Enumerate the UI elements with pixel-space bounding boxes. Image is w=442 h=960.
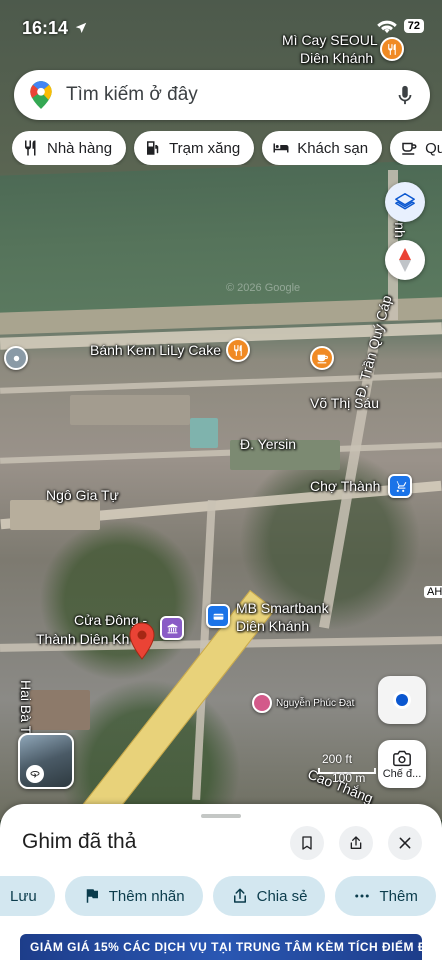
battery-indicator: 72 — [403, 19, 424, 33]
more-icon — [355, 894, 370, 898]
share-icon — [233, 888, 246, 903]
camera-icon — [393, 750, 411, 766]
map-view[interactable]: Mì Cay SEOUL Diên Khánh Bánh Kem LiLy Ca… — [0, 0, 442, 820]
road — [0, 372, 442, 394]
street-label-vo-thi-sau: Võ Thị Sáu — [310, 395, 380, 411]
fork-knife-icon — [24, 140, 36, 156]
action-more[interactable]: Thêm — [335, 876, 436, 916]
action-row: Lưu Thêm nhãn Chia sẻ Thêm — [0, 876, 436, 916]
share-icon — [350, 836, 362, 849]
rotate-360-icon — [26, 765, 44, 783]
category-chips: Nhà hàng Trạm xăng Khách sạn Quán — [12, 131, 442, 165]
flag-icon — [86, 889, 98, 903]
google-watermark: © 2026 Google — [226, 282, 301, 294]
poi-label-thanh-dien-khanh[interactable]: Thành Diên Kh — [36, 631, 129, 647]
shopping-cart-icon[interactable] — [388, 474, 412, 498]
scale-feet: 200 ft — [322, 752, 353, 766]
street-view-label: Chế đ... — [382, 767, 422, 780]
street-label-yersin: Đ. Yersin — [240, 436, 297, 452]
street-label-ngo-gia-tu: Ngô Gia Tự — [46, 487, 119, 503]
action-label: Thêm nhãn — [108, 887, 185, 905]
close-icon — [399, 837, 411, 849]
bed-icon — [273, 143, 289, 153]
my-location-button[interactable] — [378, 676, 426, 724]
chip-restaurants[interactable]: Nhà hàng — [12, 131, 127, 165]
chip-label: Quán — [425, 139, 442, 157]
street-label-fragment: nh — [391, 222, 408, 238]
gas-station-icon — [147, 141, 159, 155]
block — [30, 690, 90, 730]
block — [10, 500, 100, 530]
chip-gas[interactable]: Trạm xăng — [134, 131, 255, 165]
bank-poi-icon[interactable] — [206, 604, 230, 628]
landmark-poi-icon[interactable] — [160, 616, 184, 640]
restaurant-poi-icon[interactable] — [226, 338, 250, 362]
street-view-thumbnail[interactable] — [18, 733, 74, 789]
block — [70, 395, 190, 425]
poi-label-banh-kem[interactable]: Bánh Kem LiLy Cake — [90, 342, 221, 358]
drag-handle[interactable] — [201, 814, 241, 818]
action-share[interactable]: Chia sẻ — [212, 876, 326, 916]
place-thumbnail-icon[interactable] — [252, 693, 272, 713]
action-add-label[interactable]: Thêm nhãn — [64, 876, 203, 916]
location-arrow-icon — [75, 22, 87, 33]
chip-label: Nhà hàng — [47, 139, 113, 157]
chip-hotels[interactable]: Khách sạn — [262, 131, 383, 165]
coffee-cup-icon — [402, 142, 417, 155]
scale-meters: 100 m — [332, 771, 366, 785]
street-label-hai-ba: Hai Bà T — [18, 680, 34, 735]
my-location-icon — [393, 691, 411, 709]
layers-button[interactable] — [385, 182, 425, 222]
status-bar: 16:14 72 — [0, 0, 442, 56]
poi-label-nguyen-phuc-dat[interactable]: Nguyễn Phúc Đạt — [276, 698, 354, 709]
close-button[interactable] — [388, 826, 422, 860]
transit-poi-icon[interactable] — [4, 346, 28, 370]
share-button[interactable] — [339, 826, 373, 860]
microphone-icon[interactable] — [394, 84, 416, 106]
street-view-mode-button[interactable]: Chế đ... — [378, 740, 426, 788]
action-label: Thêm — [379, 887, 418, 905]
place-sheet[interactable]: Ghim đã thả Lưu Thêm nhãn Chia sẻ Thêm G… — [0, 804, 442, 960]
compass-button[interactable] — [385, 240, 425, 280]
poi-label-cho-thanh[interactable]: Chợ Thành — [310, 478, 380, 494]
action-label: Chia sẻ — [256, 887, 308, 905]
highway-shield: AH1 — [424, 586, 442, 598]
status-time: 16:14 — [22, 17, 69, 38]
action-save[interactable]: Lưu — [0, 876, 55, 916]
chip-label: Trạm xăng — [169, 139, 241, 157]
chip-cafe[interactable]: Quán — [390, 131, 442, 165]
dropped-pin-icon[interactable] — [128, 622, 156, 660]
wifi-icon — [376, 20, 397, 34]
compass-icon — [399, 248, 411, 272]
bookmark-icon — [302, 836, 312, 850]
layers-icon — [395, 193, 415, 210]
poi-label-mb-smartbank[interactable]: MB Smartbank — [236, 600, 329, 616]
google-maps-logo-icon — [30, 81, 52, 109]
sheet-title: Ghim đã thả — [22, 830, 137, 853]
save-button[interactable] — [290, 826, 324, 860]
chip-label: Khách sạn — [297, 139, 369, 157]
poi-label-mb-smartbank-sub[interactable]: Diên Khánh — [236, 618, 309, 634]
search-bar[interactable]: Tìm kiếm ở đây — [14, 70, 430, 120]
building — [190, 418, 218, 448]
action-label: Lưu — [10, 887, 37, 905]
road — [0, 442, 442, 464]
search-input[interactable]: Tìm kiếm ở đây — [66, 84, 394, 106]
promo-banner-image: GIẢM GIÁ 15% CÁC DỊCH VỤ TẠI TRUNG TÂM K… — [20, 934, 422, 960]
cafe-poi-icon[interactable] — [310, 346, 334, 370]
